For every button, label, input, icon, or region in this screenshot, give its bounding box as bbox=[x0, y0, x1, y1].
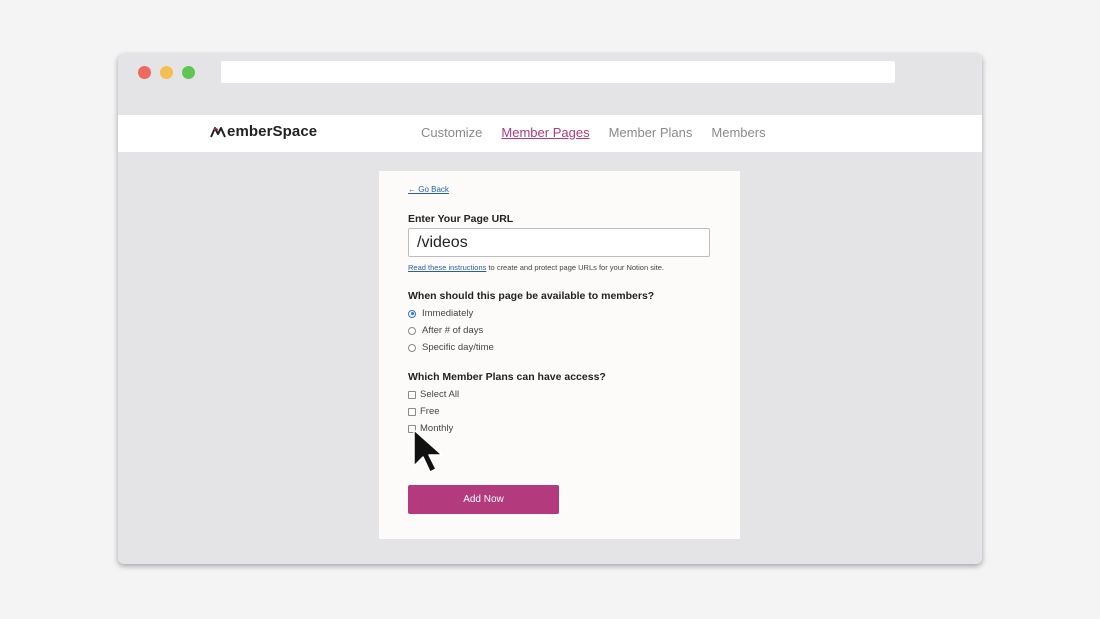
main-nav: Customize Member Pages Member Plans Memb… bbox=[421, 125, 766, 140]
instructions-link[interactable]: Read these instructions bbox=[408, 263, 486, 272]
nav-customize[interactable]: Customize bbox=[421, 125, 482, 140]
checkbox-label: Select All bbox=[420, 389, 460, 400]
radio-button[interactable] bbox=[408, 326, 416, 335]
checkbox-free[interactable]: Free bbox=[408, 406, 440, 417]
window-controls bbox=[138, 66, 195, 79]
radio-button[interactable] bbox=[408, 343, 416, 352]
url-field-label: Enter Your Page URL bbox=[408, 213, 514, 225]
browser-window: emberSpace Customize Member Pages Member… bbox=[118, 54, 982, 564]
radio-button-checked[interactable] bbox=[408, 309, 416, 318]
radio-after-days[interactable]: After # of days bbox=[408, 325, 483, 336]
address-bar[interactable] bbox=[221, 61, 895, 83]
radio-label: Immediately bbox=[422, 308, 474, 319]
minimize-window-button[interactable] bbox=[160, 66, 173, 79]
plans-label: Which Member Plans can have access? bbox=[408, 371, 606, 383]
availability-label: When should this page be available to me… bbox=[408, 290, 655, 302]
close-window-button[interactable] bbox=[138, 66, 151, 79]
app-header: emberSpace Customize Member Pages Member… bbox=[118, 115, 982, 152]
checkbox-select-all[interactable]: Select All bbox=[408, 389, 459, 400]
radio-label: After # of days bbox=[422, 325, 484, 336]
radio-immediately[interactable]: Immediately bbox=[408, 308, 473, 319]
logo-text: emberSpace bbox=[227, 123, 318, 140]
radio-specific-time[interactable]: Specific day/time bbox=[408, 342, 494, 353]
nav-member-pages[interactable]: Member Pages bbox=[501, 125, 589, 140]
memberspace-logo-icon bbox=[210, 126, 226, 137]
checkbox[interactable] bbox=[408, 407, 416, 416]
url-helper-text: Read these instructions to create and pr… bbox=[408, 263, 664, 272]
checkbox[interactable] bbox=[408, 390, 416, 399]
go-back-link[interactable]: ← Go Back bbox=[408, 185, 449, 194]
page-url-input[interactable] bbox=[408, 228, 710, 257]
mouse-pointer-icon bbox=[413, 429, 443, 473]
memberspace-logo[interactable]: emberSpace bbox=[210, 123, 317, 140]
radio-label: Specific day/time bbox=[422, 342, 494, 353]
add-now-button[interactable]: Add Now bbox=[408, 485, 559, 514]
add-page-form: ← Go Back Enter Your Page URL Read these… bbox=[379, 171, 740, 539]
maximize-window-button[interactable] bbox=[182, 66, 195, 79]
nav-member-plans[interactable]: Member Plans bbox=[609, 125, 693, 140]
checkbox-label: Free bbox=[420, 406, 440, 417]
helper-description: to create and protect page URLs for your… bbox=[486, 263, 664, 272]
nav-members[interactable]: Members bbox=[711, 125, 765, 140]
